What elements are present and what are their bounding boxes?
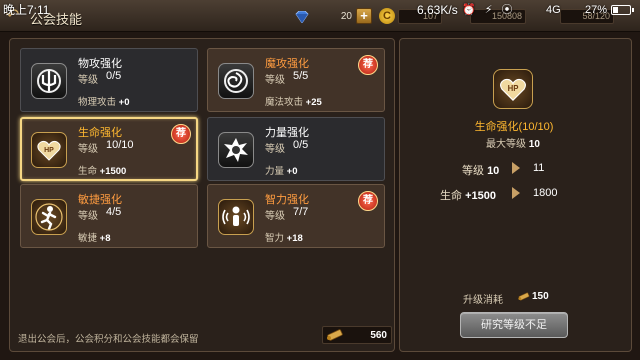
detail-title: 生命强化(10/10) bbox=[474, 121, 554, 133]
skill-name: 魔攻强化 bbox=[265, 58, 309, 70]
skill-card-physical-attack[interactable]: 物攻强化 等级 0/5 物理攻击 +0 bbox=[20, 48, 198, 112]
skill-card-hp[interactable]: HP 生命强化 等级 10/10 生命 +1500 荐 bbox=[20, 117, 198, 181]
max-level-value: 10 bbox=[528, 139, 540, 150]
hp-heart-icon: HP bbox=[31, 132, 67, 168]
detail-max-level: 最大等级 10 bbox=[486, 135, 540, 150]
upgrade-cost-value: 150 bbox=[532, 291, 549, 302]
skill-name: 敏捷强化 bbox=[78, 194, 122, 206]
skill-level-label: 等级 bbox=[265, 144, 285, 155]
skill-level: 7/7 bbox=[293, 206, 309, 218]
network-type: 4G bbox=[546, 4, 561, 16]
skill-card-magic-attack[interactable]: 魔攻强化 等级 5/5 魔法攻击 +25 荐 bbox=[207, 48, 385, 112]
skill-effect: 魔法攻击 +25 bbox=[265, 94, 322, 108]
wisdom-figure-icon bbox=[218, 199, 254, 235]
max-level-label: 最大等级 bbox=[486, 139, 526, 150]
recommended-badge: 荐 bbox=[358, 191, 378, 211]
stat-next-value: 1800 bbox=[533, 187, 558, 199]
skill-effect-value: +0 bbox=[286, 166, 298, 177]
arrow-right-icon bbox=[512, 162, 520, 174]
level-label: 等级 bbox=[462, 165, 484, 177]
skill-effect: 力量 +0 bbox=[265, 163, 298, 177]
skill-level: 4/5 bbox=[106, 206, 122, 218]
recommended-badge: 荐 bbox=[171, 124, 191, 144]
scroll-points-icon bbox=[327, 329, 343, 341]
upgrade-cost-label: 升级消耗 bbox=[463, 295, 503, 306]
skill-card-strength[interactable]: 力量强化 等级 0/5 力量 +0 bbox=[207, 117, 385, 181]
network-speed: 6.63K/s bbox=[417, 3, 458, 17]
skill-effect: 物理攻击 +0 bbox=[78, 94, 130, 108]
arrow-right-icon bbox=[512, 187, 520, 199]
magic-swirl-icon bbox=[218, 63, 254, 99]
level-next-value: 11 bbox=[533, 162, 545, 174]
scroll-points-icon bbox=[518, 292, 530, 301]
sword-trident-icon bbox=[31, 63, 67, 99]
skill-effect-label: 智力 bbox=[265, 233, 285, 244]
skill-effect-label: 敏捷 bbox=[78, 233, 98, 244]
status-icons: ⏰ ⚡ ⦿ bbox=[462, 4, 516, 16]
skill-level-label: 等级 bbox=[265, 75, 285, 86]
skill-level: 5/5 bbox=[293, 70, 309, 82]
skill-effect-value: +1500 bbox=[99, 166, 127, 177]
skill-effect-label: 生命 bbox=[78, 166, 98, 177]
battery-icon bbox=[611, 5, 634, 15]
guild-points-value: 560 bbox=[370, 330, 387, 341]
level-current-value: 10 bbox=[487, 165, 500, 177]
skill-name: 物攻强化 bbox=[78, 58, 122, 70]
battery-percent: 27% bbox=[585, 4, 608, 16]
skill-level: 10/10 bbox=[106, 139, 134, 151]
skill-effect-value: +25 bbox=[305, 97, 322, 108]
skill-effect-label: 力量 bbox=[265, 166, 285, 177]
svg-text:HP: HP bbox=[508, 84, 519, 93]
guild-exit-note: 退出公会后，公会积分和公会技能都会保留 bbox=[18, 334, 199, 345]
skill-level-label: 等级 bbox=[265, 211, 285, 222]
skill-effect: 生命 +1500 bbox=[78, 163, 126, 177]
skill-level: 0/5 bbox=[293, 139, 309, 151]
upgrade-button[interactable]: 研究等级不足 bbox=[460, 312, 568, 338]
skill-level-label: 等级 bbox=[78, 211, 98, 222]
skill-effect-value: +8 bbox=[99, 233, 111, 244]
skill-effect: 敏捷 +8 bbox=[78, 230, 111, 244]
skill-name: 智力强化 bbox=[265, 194, 309, 206]
skill-effect-value: +18 bbox=[286, 233, 303, 244]
fist-burst-icon bbox=[218, 132, 254, 168]
stat-label: 生命 bbox=[440, 190, 462, 202]
stat-current: 生命 +1500 bbox=[440, 187, 496, 203]
recommended-badge: 荐 bbox=[358, 55, 378, 75]
skill-name: 生命强化 bbox=[78, 127, 122, 139]
skill-card-agility[interactable]: 敏捷强化 等级 4/5 敏捷 +8 bbox=[20, 184, 198, 248]
stat-current-value: +1500 bbox=[465, 190, 496, 202]
skill-effect-label: 魔法攻击 bbox=[265, 97, 304, 108]
battery-fill bbox=[613, 7, 618, 13]
skill-effect: 智力 +18 bbox=[265, 230, 303, 244]
skill-level-label: 等级 bbox=[78, 75, 98, 86]
level-current: 等级 10 bbox=[462, 162, 499, 178]
hp-heart-icon: HP bbox=[493, 69, 533, 109]
status-bar: 晚上7:11 6.63K/s ⏰ ⚡ ⦿ 4G 27% bbox=[0, 0, 640, 20]
skill-level-label: 等级 bbox=[78, 144, 98, 155]
skill-level: 0/5 bbox=[106, 70, 122, 82]
svg-text:HP: HP bbox=[44, 147, 54, 154]
guild-points-box: 560 bbox=[322, 326, 392, 344]
skill-effect-label: 物理攻击 bbox=[78, 97, 117, 108]
running-man-icon bbox=[31, 199, 67, 235]
skill-card-intelligence[interactable]: 智力强化 等级 7/7 智力 +18 荐 bbox=[207, 184, 385, 248]
skill-name: 力量强化 bbox=[265, 127, 309, 139]
status-time: 晚上7:11 bbox=[3, 3, 50, 17]
skill-effect-value: +0 bbox=[118, 97, 130, 108]
